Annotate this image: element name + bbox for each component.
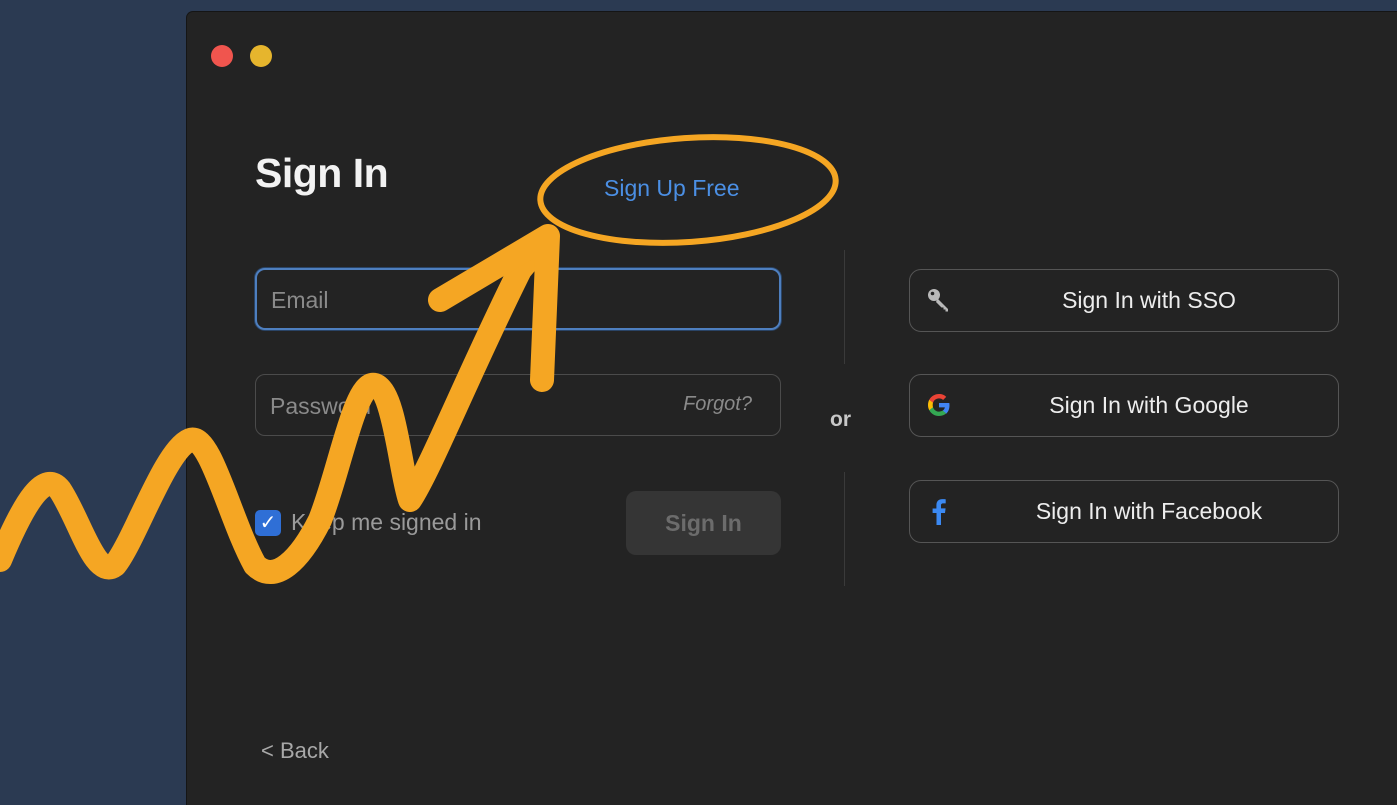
divider-top: [844, 250, 845, 364]
facebook-button-label: Sign In with Facebook: [1035, 498, 1263, 524]
close-window-button[interactable]: [211, 45, 233, 67]
sso-button-label: Sign In with SSO: [1062, 287, 1236, 313]
email-field[interactable]: [255, 268, 781, 330]
back-button[interactable]: < Back: [261, 738, 329, 764]
sign-in-with-google-button[interactable]: Sign In with Google: [909, 374, 1339, 437]
keep-signed-in-label[interactable]: Keep me signed in: [291, 509, 482, 536]
minimize-window-button[interactable]: [250, 45, 272, 67]
keep-signed-in-checkbox[interactable]: ✓: [255, 509, 281, 536]
password-input[interactable]: [268, 375, 652, 437]
sign-up-free-link[interactable]: Sign Up Free: [604, 175, 740, 202]
signin-window: Sign In Sign Up Free Forgot? ✓ Keep me s…: [187, 12, 1397, 805]
google-button-label: Sign In with Google: [1049, 392, 1249, 418]
divider-bottom: [844, 472, 845, 586]
sign-in-button[interactable]: Sign In: [626, 491, 781, 555]
page-title: Sign In: [255, 150, 389, 196]
keep-signed-in-row: ✓ Keep me signed in: [255, 509, 482, 536]
or-separator: or: [830, 408, 851, 431]
email-input[interactable]: [269, 270, 653, 330]
facebook-icon: [924, 495, 954, 527]
google-icon: [924, 389, 954, 421]
key-icon: [924, 284, 954, 316]
sign-in-with-facebook-button[interactable]: Sign In with Facebook: [909, 480, 1339, 543]
password-field[interactable]: Forgot?: [255, 374, 781, 437]
sign-in-with-sso-button[interactable]: Sign In with SSO: [909, 269, 1339, 332]
forgot-password-link[interactable]: Forgot?: [683, 393, 752, 416]
